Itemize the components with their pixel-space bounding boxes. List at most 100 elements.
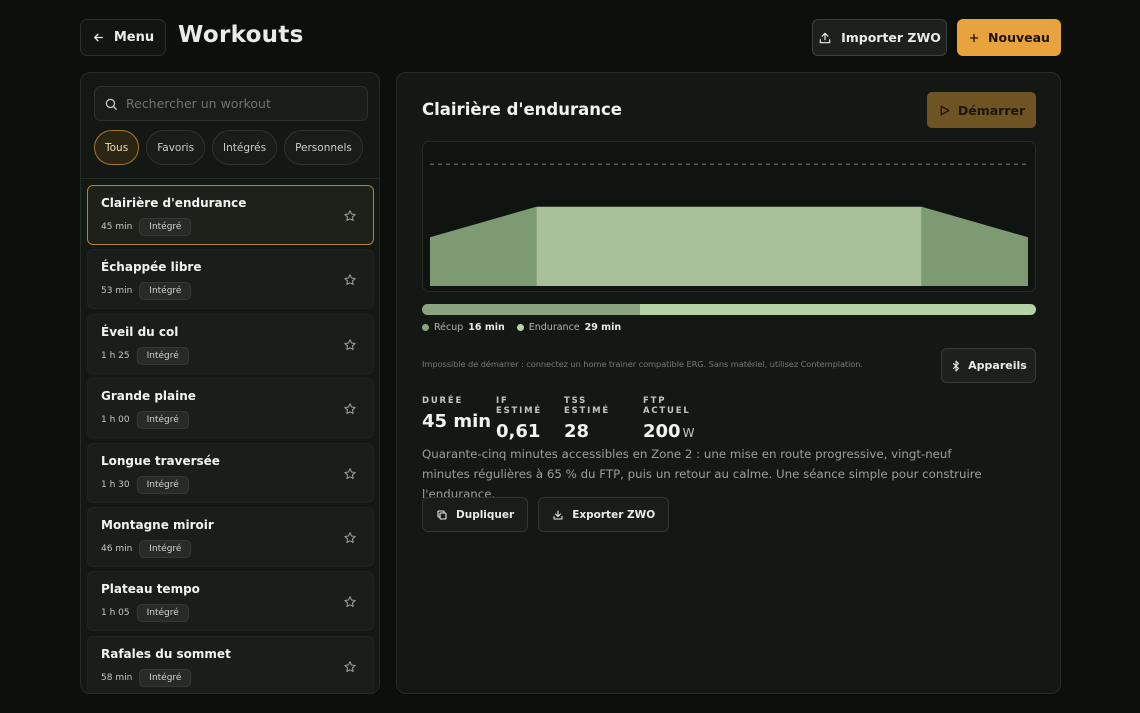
menu-label: Menu [113,30,155,45]
stat-value-number: 45 min [422,411,492,432]
workout-profile-chart [422,141,1036,292]
stat-value-number: 200 [643,421,681,442]
star-icon[interactable] [343,594,357,608]
workout-item-title: Éveil du col [101,324,179,339]
workout-list: Clairière d'endurance 45 min Intégré Échapp… [87,185,374,693]
workout-list-item[interactable]: Longue traversée 1 h 30 Intégré [87,442,374,503]
star-icon[interactable] [343,530,357,544]
download-icon [553,509,563,520]
star-icon[interactable] [343,337,357,351]
stat-block: TSS ESTIMÉ 28 [564,396,610,442]
upload-icon [819,32,831,43]
export-zwo-label: Exporter ZWO [572,508,656,521]
export-zwo-button[interactable]: Exporter ZWO [538,497,670,532]
workout-item-duration: 1 h 00 [101,415,130,426]
workout-item-duration: 46 min [101,543,133,554]
profile-segment-cooldown [921,206,1028,286]
workout-actions: Dupliquer Exporter ZWO [422,497,670,532]
workout-item-badge: Intégré [139,218,192,236]
copy-icon [437,509,447,520]
workout-item-title: Longue traversée [101,453,220,468]
profile-segment-steady [536,206,922,286]
zone-segment-endurance [640,304,1036,315]
top-bar: Menu Workouts Importer ZWO Nouveau [80,19,1061,56]
workout-item-duration: 45 min [101,222,133,232]
workout-item-badge: Intégré [139,668,192,687]
play-icon [940,105,950,115]
zone-legend-item: Récup 16 min [422,322,505,333]
workout-item-badge: Intégré [139,539,192,558]
workout-list-item[interactable]: Grande plaine 1 h 00 Intégré [87,378,374,439]
filter-chip-favoris[interactable]: Favoris [146,130,206,165]
workout-item-badge: Intégré [136,346,189,365]
workout-item-meta: 58 min Intégré [101,668,192,687]
workout-item-badge: Intégré [136,411,189,430]
workout-list-item[interactable]: Éveil du col 1 h 25 Intégré [87,313,374,374]
duplicate-button[interactable]: Dupliquer [422,497,529,532]
stat-label: DURÉE [422,396,464,406]
new-workout-label: Nouveau [988,30,1050,45]
stat-label: IF ESTIMÉ [496,396,542,416]
import-zwo-button[interactable]: Importer ZWO [812,19,947,56]
workout-item-meta: 1 h 05 Intégré [101,604,189,623]
devices-label: Appareils [968,359,1027,372]
new-workout-button[interactable]: Nouveau [957,19,1061,56]
filter-chip-personnels[interactable]: Personnels [284,130,363,165]
workout-item-duration: 1 h 30 [101,479,130,490]
device-warning: Impossible de démarrer : connectez un ho… [422,359,863,369]
search-box [94,86,368,121]
star-icon[interactable] [343,659,357,673]
workout-list-item[interactable]: Échappée libre 53 min Intégré [87,249,374,310]
start-label: Démarrer [957,102,1026,118]
workout-list-item[interactable]: Plateau tempo 1 h 05 Intégré [87,571,374,632]
zone-segment-recup [422,304,641,315]
workout-item-meta: 53 min Intégré [101,282,192,301]
plus-icon [969,33,979,42]
stat-label: FTP ACTUEL [643,396,691,416]
star-icon[interactable] [343,466,357,480]
duplicate-label: Dupliquer [456,508,515,521]
bluetooth-icon [953,359,960,372]
workout-item-badge: Intégré [136,604,189,623]
workout-item-duration: 53 min [101,286,133,297]
stat-value: 45 min [422,411,491,432]
zone-legend-dot [422,324,429,331]
filter-chips: Tous Favoris Intégrés Personnels [94,130,363,165]
zone-legend: Récup 16 min Endurance 29 min [422,322,621,333]
stat-label: TSS ESTIMÉ [564,396,610,416]
zone-legend-minutes: 29 min [584,322,622,333]
stat-value: 0,61 [496,421,542,442]
search-input[interactable] [126,96,356,111]
filter-chip-integres[interactable]: Intégrés [212,130,278,165]
workout-item-duration: 1 h 05 [101,608,130,619]
stat-block: DURÉE 45 min [422,396,491,432]
workout-item-meta: 46 min Intégré [101,539,192,558]
workout-profile-svg [430,163,1028,286]
workout-list-item[interactable]: Clairière d'endurance 45 min Intégré [87,185,374,245]
stat-block: IF ESTIMÉ 0,61 [496,396,542,442]
devices-button[interactable]: Appareils [941,348,1036,383]
workout-list-item[interactable]: Rafales du sommet 58 min Intégré [87,635,374,693]
profile-segment-warmup [430,206,537,286]
star-icon[interactable] [343,401,357,415]
zone-distribution-bar [422,304,1036,315]
workout-item-meta: 45 min Intégré [101,218,192,236]
arrow-left-icon [93,33,103,42]
stat-value-number: 28 [564,421,590,442]
workout-list-item[interactable]: Montagne miroir 46 min Intégré [87,506,374,567]
star-icon[interactable] [343,272,357,286]
workout-item-badge: Intégré [139,282,192,301]
workout-detail-panel: Clairière d'endurance Démarrer Récup 16 m… [396,72,1061,694]
workout-item-meta: 1 h 25 Intégré [101,346,189,365]
start-button[interactable]: Démarrer [927,92,1036,128]
stat-block: FTP ACTUEL 200 W [643,396,694,442]
workout-description: Quarante-cinq minutes accessibles en Zon… [422,447,982,501]
filter-chip-tous[interactable]: Tous [94,130,140,165]
star-icon[interactable] [343,208,357,222]
workout-item-title: Échappée libre [101,260,202,275]
workout-item-badge: Intégré [136,475,189,494]
menu-button[interactable]: Menu [80,19,166,56]
workout-item-title: Rafales du sommet [101,646,231,661]
import-zwo-label: Importer ZWO [841,30,941,45]
workout-item-meta: 1 h 30 Intégré [101,475,189,494]
